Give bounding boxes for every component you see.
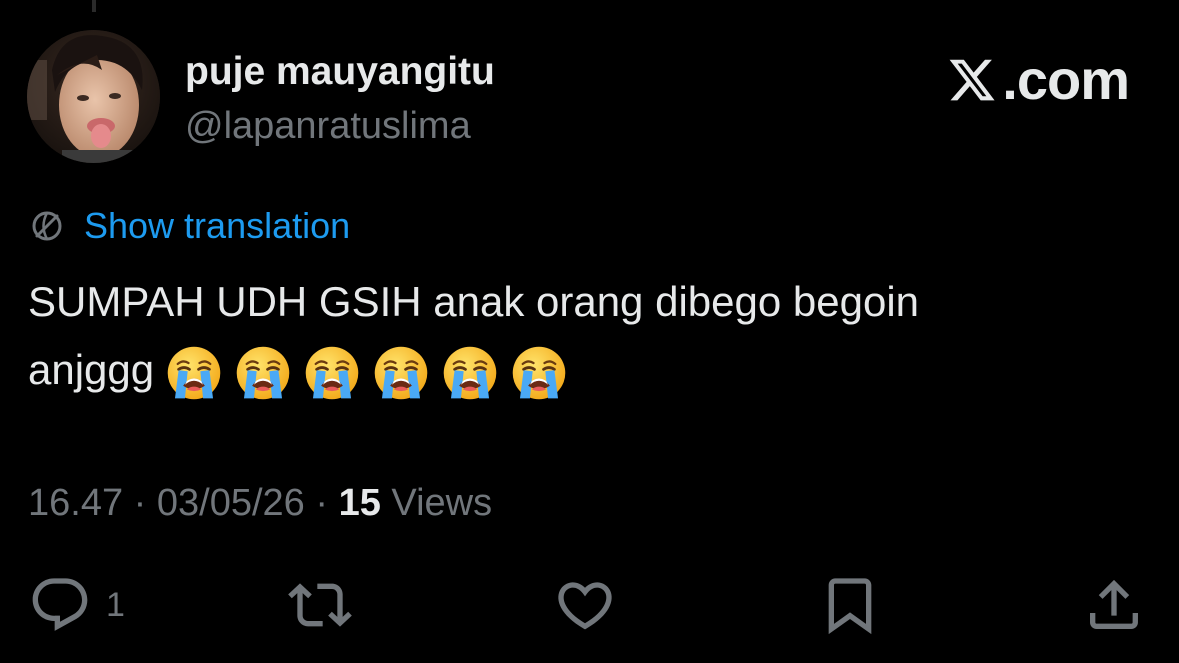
crying-face-emoji [303, 344, 361, 402]
display-name[interactable]: puje mauyangitu [185, 50, 495, 94]
meta-separator: · [123, 482, 157, 524]
reply-button[interactable]: 1 [28, 570, 125, 640]
bookmark-icon [828, 578, 872, 635]
tweet-text-line-2: anjggg [28, 336, 1148, 404]
globe-icon [32, 211, 62, 241]
user-handle[interactable]: @lapanratuslima [185, 104, 471, 148]
tweet-text: SUMPAH UDH GSIH anak orang dibego begoin… [28, 268, 1148, 404]
views-label: Views [391, 482, 493, 524]
tweet-meta: 16.47 · 03/05/26 · 15 Views [28, 478, 492, 528]
avatar[interactable] [27, 30, 160, 163]
crying-face-emoji [441, 344, 499, 402]
reply-count: 1 [106, 586, 125, 624]
crying-face-emoji [165, 344, 223, 402]
top-edge-mark [92, 0, 96, 12]
share-icon [1090, 579, 1138, 629]
crying-face-emoji [372, 344, 430, 402]
tweet-time[interactable]: 16.47 [28, 482, 123, 524]
x-logo-icon [949, 59, 995, 101]
meta-separator: · [304, 482, 339, 524]
tweet-text-line-1: SUMPAH UDH GSIH anak orang dibego begoin [28, 278, 920, 325]
retweet-icon [288, 583, 352, 627]
avatar-image [27, 30, 160, 163]
like-button[interactable] [553, 570, 617, 640]
emoji-row [154, 344, 568, 402]
retweet-button[interactable] [288, 570, 352, 640]
translation-row[interactable]: Show translation [28, 204, 350, 248]
brand-domain: .com [1002, 48, 1130, 111]
crying-face-emoji [510, 344, 568, 402]
crying-face-emoji [234, 344, 292, 402]
brand-watermark: .com [946, 48, 1130, 111]
bookmark-button[interactable] [818, 570, 882, 640]
views-count: 15 [338, 482, 381, 524]
share-button[interactable] [1082, 570, 1146, 640]
tweet-date[interactable]: 03/05/26 [157, 482, 305, 524]
reply-icon [32, 578, 88, 631]
like-icon [558, 582, 612, 630]
tweet-text-word: anjggg [28, 346, 155, 393]
show-translation-link[interactable]: Show translation [84, 204, 350, 248]
action-bar: 1 [0, 570, 1179, 640]
